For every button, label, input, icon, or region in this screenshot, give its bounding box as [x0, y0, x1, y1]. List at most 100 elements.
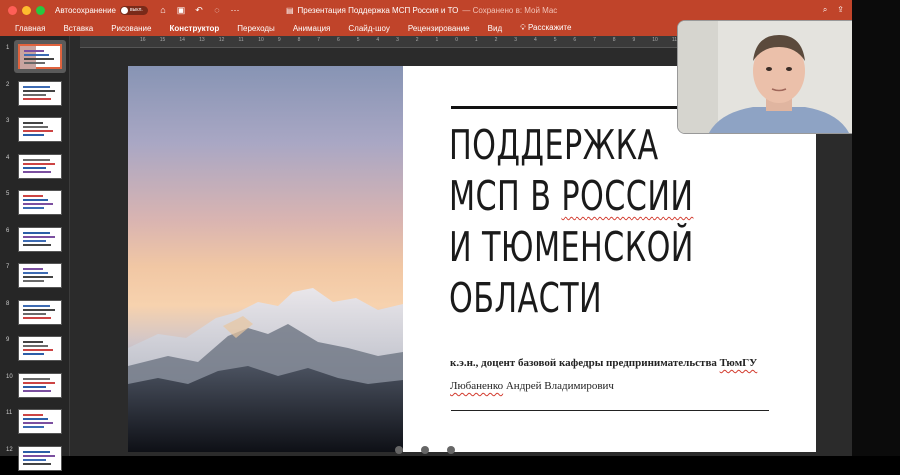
- ruler-tick-label: 4: [376, 37, 380, 43]
- slide-thumbnail[interactable]: 2: [0, 79, 70, 109]
- webcam-video-overlay[interactable]: [677, 20, 879, 134]
- title-word-spellcheck: РОССИИ: [561, 172, 694, 220]
- slide-thumbnail[interactable]: 12: [0, 444, 70, 474]
- title-line-2-text: МСП В РОССИИ: [449, 172, 693, 220]
- thumbnail-line: [24, 50, 44, 52]
- thumbnail-line: [23, 235, 55, 238]
- thumbnail-preview: [18, 445, 62, 471]
- search-icon[interactable]: ⌕: [823, 5, 827, 15]
- thumbnail-preview: [18, 80, 62, 106]
- tab-animations[interactable]: Анимация: [284, 24, 340, 33]
- slide-title[interactable]: ПОДДЕРЖКА МСП В РОССИИ И ТЮМЕНСКОЙ ОБЛАС…: [449, 120, 789, 324]
- thumbnail-number: 5: [6, 191, 10, 197]
- thumbnail-line: [23, 353, 44, 355]
- redo-icon[interactable]: ◌: [210, 5, 224, 15]
- ruler-tick-label: 14: [179, 37, 185, 43]
- thumbnail-line: [23, 462, 51, 465]
- thumbnail-line: [23, 418, 48, 420]
- thumbnail-line: [23, 381, 55, 384]
- tab-transitions[interactable]: Переходы: [228, 24, 284, 33]
- thumbnail-content: [23, 122, 53, 136]
- title-line-2: МСП В РОССИИ: [449, 171, 728, 222]
- thumbnail-number: 12: [6, 446, 13, 453]
- slide-thumbnail[interactable]: 10: [0, 371, 70, 401]
- ruler-tick-label: 10: [652, 37, 658, 43]
- thumbnail-number: 8: [6, 300, 10, 307]
- tab-insert[interactable]: Вставка: [54, 24, 102, 33]
- thumbnail-preview: [18, 263, 62, 288]
- thumbnail-content: [23, 304, 55, 319]
- ruler-tick-label: 5: [553, 37, 557, 43]
- document-name: Презентация Поддержка МСП Россия и ТО: [297, 5, 459, 15]
- thumbnail-line: [24, 62, 45, 64]
- slide-thumbnail[interactable]: 7: [0, 261, 70, 291]
- title-line-3: И ТЮМЕНСКОЙ: [449, 223, 694, 271]
- thumbnail-number: 11: [6, 410, 13, 416]
- window-controls: [8, 5, 45, 15]
- thumbnail-content: [23, 450, 55, 465]
- thumbnail-line: [23, 345, 48, 347]
- slide-thumbnail[interactable]: 3: [0, 115, 70, 145]
- ruler-tick-label: 11: [238, 37, 244, 43]
- thumbnail-line: [23, 134, 44, 136]
- ruler-tick-label: 8: [612, 37, 616, 43]
- minimize-window-button[interactable]: [22, 5, 31, 15]
- more-icon[interactable]: ⋯: [228, 5, 242, 16]
- nav-dot[interactable]: [421, 446, 429, 454]
- tab-home[interactable]: Главная: [6, 24, 54, 33]
- tab-design[interactable]: Конструктор: [160, 24, 228, 33]
- maximize-window-button[interactable]: [36, 5, 45, 15]
- tab-draw[interactable]: Рисование: [102, 24, 160, 33]
- thumbnail-line: [23, 195, 43, 197]
- title-bar: Автосохранение выкл. ⌂ ▣ ↶ ◌ ⋯ ▤ Презент…: [0, 0, 852, 20]
- slide-subtitle[interactable]: к.э.н., доцент базовой кафедры предприни…: [450, 352, 757, 398]
- thumbnail-number: 4: [6, 154, 10, 161]
- mountain-silhouette: [128, 288, 403, 452]
- slide-thumbnail[interactable]: 8: [0, 298, 70, 328]
- thumbnail-line: [23, 377, 50, 380]
- share-icon[interactable]: ⇪: [837, 5, 844, 15]
- save-icon[interactable]: ▣: [174, 5, 188, 16]
- subtitle-line-2: Любаненко Андрей Владимирович: [450, 375, 757, 398]
- thumbnail-line: [24, 54, 49, 56]
- tab-review[interactable]: Рецензирование: [399, 24, 479, 33]
- thumbnail-line: [23, 162, 55, 165]
- thumbnail-line: [23, 158, 50, 161]
- thumbnail-content: [23, 158, 55, 173]
- tab-slideshow[interactable]: Слайд-шоу: [339, 24, 398, 33]
- thumbnail-line: [23, 450, 50, 453]
- nav-dot[interactable]: [447, 446, 455, 454]
- thumbnail-preview: [18, 409, 62, 434]
- slide-thumbnail[interactable]: 11: [0, 407, 70, 437]
- slide-thumbnail[interactable]: 5: [0, 188, 70, 218]
- slide-thumbnail[interactable]: 9: [0, 334, 70, 364]
- thumbnail-number: 3: [6, 118, 10, 124]
- slide-thumbnail[interactable]: 4: [0, 152, 70, 182]
- undo-icon[interactable]: ↶: [192, 5, 206, 16]
- thumbnail-content: [23, 377, 55, 392]
- ruler-tick-label: 3: [514, 37, 518, 43]
- slide-thumbnail[interactable]: 6: [0, 225, 70, 255]
- slide-thumbnail[interactable]: 1: [0, 40, 70, 73]
- thumbnail-line: [23, 93, 46, 96]
- nav-dot[interactable]: [395, 446, 403, 454]
- thumbnail-preview: [18, 190, 62, 215]
- autosave-toggle[interactable]: выкл.: [119, 5, 148, 15]
- title-line-4: ОБЛАСТИ: [449, 274, 603, 322]
- thumbnail-line: [23, 389, 51, 392]
- thumbnail-content: [23, 85, 55, 100]
- mountain-photo: [128, 66, 403, 452]
- tell-me-label: Расскажите: [527, 23, 572, 32]
- thumbnail-line: [23, 316, 51, 319]
- ruler-tick-label: 1: [474, 37, 478, 43]
- subtitle-bottom-rule: [451, 410, 769, 411]
- thumbnail-line: [23, 276, 53, 278]
- tab-view[interactable]: Вид: [479, 24, 511, 33]
- tab-tell-me[interactable]: 💡︎ Расскажите: [511, 23, 580, 33]
- ruler-tick-label: 16: [140, 37, 146, 43]
- home-icon[interactable]: ⌂: [156, 5, 170, 15]
- thumbnail-line: [23, 85, 50, 88]
- slide-thumbnails-panel[interactable]: 1 2 3 4 5 6 7 8 9 10 11 12: [0, 36, 70, 471]
- ruler-tick-label: 9: [277, 37, 281, 43]
- close-window-button[interactable]: [8, 5, 17, 15]
